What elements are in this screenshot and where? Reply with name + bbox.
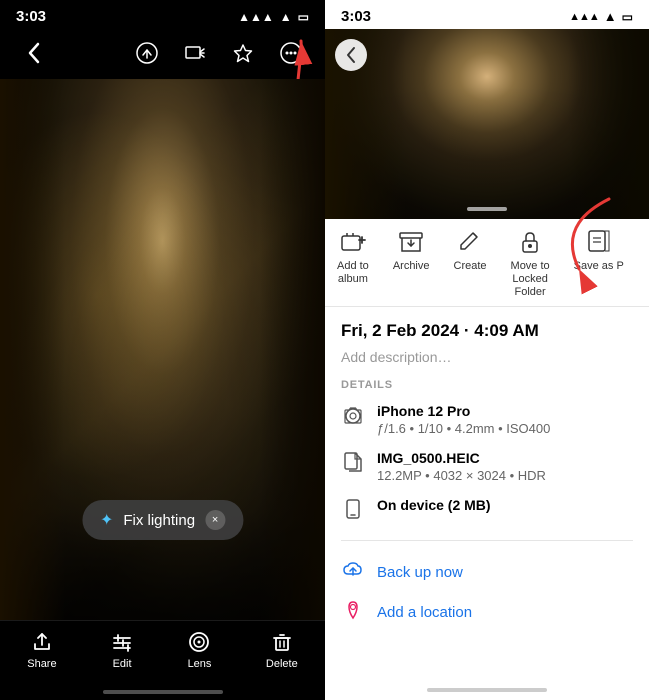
device-storage: On device (2 MB)	[377, 497, 633, 513]
right-panel: 3:03 ▲▲▲ ▲ ▭	[325, 0, 649, 700]
camera-detail-content: iPhone 12 Pro ƒ/1.6 • 1/10 • 4.2mm • ISO…	[377, 403, 633, 436]
more-button[interactable]	[273, 35, 309, 71]
edit-button[interactable]: Edit	[111, 631, 133, 670]
left-bottom-bar: Share Edit Lens	[0, 620, 325, 690]
save-pdf-label: Save as P	[574, 260, 624, 273]
battery-icon: ▭	[298, 10, 309, 24]
action-archive[interactable]: Archive	[381, 229, 442, 300]
location-icon	[341, 599, 365, 627]
action-locked-folder[interactable]: Move toLockedFolder	[499, 229, 562, 300]
left-toolbar	[0, 29, 325, 79]
add-to-album-label: Add toalbum	[337, 260, 369, 286]
file-name: IMG_0500.HEIC	[377, 450, 633, 466]
photo-date-time: Fri, 2 Feb 2024 · 4:09 AM	[341, 321, 633, 341]
edit-label: Edit	[113, 658, 132, 670]
right-wifi-icon: ▲	[604, 9, 617, 24]
star-button[interactable]	[225, 35, 261, 71]
right-back-button[interactable]	[335, 39, 367, 71]
upload-button[interactable]	[129, 35, 165, 71]
add-description[interactable]: Add description…	[341, 349, 633, 365]
camera-model: iPhone 12 Pro	[377, 403, 633, 419]
left-status-bar: 3:03 ▲▲▲ ▲ ▭	[0, 0, 325, 29]
backup-label: Back up now	[377, 564, 463, 581]
right-battery-icon: ▭	[622, 10, 633, 24]
create-label: Create	[454, 260, 487, 273]
action-bar: Add toalbum Archive Create	[325, 219, 649, 307]
left-photo-area: ✦ Fix lighting ×	[0, 79, 325, 620]
add-location-label: Add a location	[377, 604, 472, 621]
details-area: Fri, 2 Feb 2024 · 4:09 AM Add descriptio…	[325, 307, 649, 682]
action-create[interactable]: Create	[442, 229, 499, 300]
right-status-bar: 3:03 ▲▲▲ ▲ ▭	[325, 0, 649, 29]
fix-lighting-bar[interactable]: ✦ Fix lighting ×	[82, 500, 243, 540]
left-panel: 3:03 ▲▲▲ ▲ ▭	[0, 0, 325, 700]
file-detail-content: IMG_0500.HEIC 12.2MP • 4032 × 3024 • HDR	[377, 450, 633, 483]
right-status-icons: ▲▲▲ ▲ ▭	[569, 9, 633, 24]
lens-button[interactable]: Lens	[188, 631, 212, 670]
right-home-indicator	[427, 688, 547, 692]
delete-button[interactable]: Delete	[266, 631, 298, 670]
share-button[interactable]: Share	[27, 631, 56, 670]
cloud-icon	[341, 559, 365, 587]
right-time: 3:03	[341, 8, 371, 25]
device-storage-content: On device (2 MB)	[377, 497, 633, 515]
action-bar-wrapper: Add toalbum Archive Create	[325, 219, 649, 307]
add-location-row[interactable]: Add a location	[341, 593, 633, 633]
scroll-indicator	[467, 207, 507, 211]
lens-label: Lens	[188, 658, 212, 670]
file-detail-row: IMG_0500.HEIC 12.2MP • 4032 × 3024 • HDR	[341, 450, 633, 483]
left-time: 3:03	[16, 8, 46, 25]
delete-label: Delete	[266, 658, 298, 670]
right-photo-area	[325, 29, 649, 219]
left-status-icons: ▲▲▲ ▲ ▭	[238, 10, 309, 24]
backup-row[interactable]: Back up now	[341, 553, 633, 593]
sparkle-icon: ✦	[100, 510, 113, 530]
right-signal-icon: ▲▲▲	[569, 11, 599, 23]
device-storage-row: On device (2 MB)	[341, 497, 633, 526]
file-details: 12.2MP • 4032 × 3024 • HDR	[377, 468, 633, 483]
camera-settings: ƒ/1.6 • 1/10 • 4.2mm • ISO400	[377, 421, 633, 436]
divider	[341, 540, 633, 541]
share-label: Share	[27, 658, 56, 670]
signal-icon: ▲▲▲	[238, 10, 274, 24]
camera-detail-row: iPhone 12 Pro ƒ/1.6 • 1/10 • 4.2mm • ISO…	[341, 403, 633, 436]
locked-folder-label: Move toLockedFolder	[511, 260, 550, 300]
action-save-pdf[interactable]: Save as P	[562, 229, 636, 300]
camera-icon	[341, 404, 365, 432]
cast-button[interactable]	[177, 35, 213, 71]
device-icon	[341, 498, 365, 526]
file-icon	[341, 451, 365, 479]
action-add-to-album[interactable]: Add toalbum	[325, 229, 381, 300]
toolbar-icons	[129, 35, 309, 71]
wifi-icon: ▲	[280, 10, 292, 24]
left-home-indicator	[103, 690, 223, 694]
archive-label: Archive	[393, 260, 430, 273]
back-button[interactable]	[16, 35, 52, 71]
fix-lighting-text: Fix lighting	[123, 512, 195, 529]
fix-lighting-close[interactable]: ×	[205, 510, 225, 530]
details-section-label: DETAILS	[341, 379, 633, 391]
